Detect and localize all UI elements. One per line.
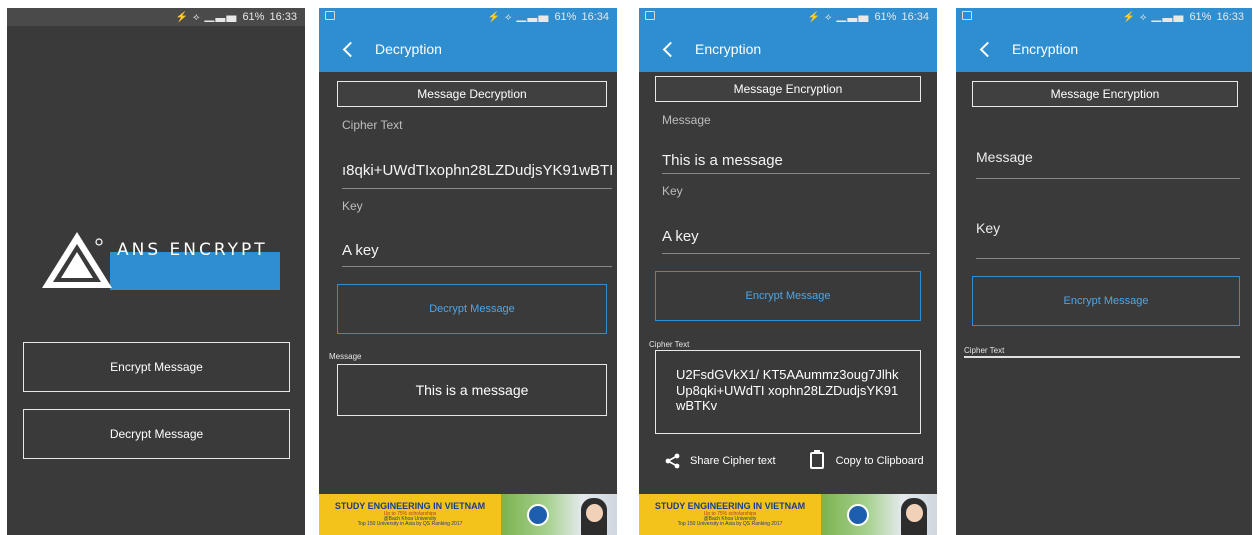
encrypt-message-button[interactable]: Encrypt Message <box>972 276 1240 326</box>
status-icons: ⚡ ⟡ ▁▃▅ <box>807 11 870 23</box>
cipher-text-label: Cipher Text <box>964 346 1005 355</box>
decrypt-message-button[interactable]: Decrypt Message <box>23 409 290 459</box>
encryption-empty-screen: ⚡ ⟡ ▁▃▅ 61% 16:33 Encryption Message Enc… <box>956 8 1252 535</box>
battery-level: 61% <box>874 11 897 23</box>
key-underline <box>976 258 1240 259</box>
status-icons: ⚡ ⟡ ▁▃▅ <box>175 11 238 23</box>
encrypt-message-button[interactable]: Encrypt Message <box>655 271 921 321</box>
key-input[interactable]: Key <box>976 220 1000 236</box>
battery-level: 61% <box>554 11 577 23</box>
ad-banner[interactable]: STUDY ENGINEERING IN VIETNAM Up to 75% s… <box>319 494 617 535</box>
ad-text: STUDY ENGINEERING IN VIETNAM Up to 75% s… <box>639 494 821 535</box>
section-header: Message Encryption <box>655 76 921 102</box>
share-cipher-text-button[interactable]: Share Cipher text <box>690 455 776 467</box>
image-notification-icon <box>645 11 655 20</box>
status-bar: ⚡ ⟡ ▁▃▅ 61% 16:34 <box>319 8 617 26</box>
message-input[interactable]: Message <box>976 149 1033 165</box>
cipher-text-underline <box>964 356 1240 358</box>
back-arrow-icon[interactable] <box>341 41 357 57</box>
key-input[interactable]: A key <box>342 242 612 259</box>
app-bar: Encryption <box>639 26 937 72</box>
ad-text: STUDY ENGINEERING IN VIETNAM Up to 75% s… <box>319 494 501 535</box>
logo-text: ANS ENCRYPT <box>117 240 268 260</box>
cipher-text-input[interactable]: ı8qki+UWdTIxophn28LZDudjsYK91wBTKv <box>342 162 612 179</box>
encryption-result-screen: ⚡ ⟡ ▁▃▅ 61% 16:34 Encryption Message Enc… <box>639 8 937 535</box>
status-bar: ⚡ ⟡ ▁▃▅ 61% 16:34 <box>639 8 937 26</box>
clock: 16:34 <box>901 11 929 23</box>
ad-ranking: Top 150 University in Asia by QS Ranking… <box>677 521 783 528</box>
message-underline <box>976 178 1240 179</box>
battery-level: 61% <box>242 11 265 23</box>
page-title: Decryption <box>375 41 442 57</box>
status-bar: ⚡ ⟡ ▁▃▅ 61% 16:33 <box>7 8 305 26</box>
clock: 16:33 <box>269 11 297 23</box>
ad-ranking: Top 150 University in Asia by QS Ranking… <box>357 521 463 528</box>
cipher-text-output: U2FsdGVkX1/ KT5AAummz3oug7JlhkUp8qki+UWd… <box>676 367 899 414</box>
back-arrow-icon[interactable] <box>661 41 677 57</box>
status-bar: ⚡ ⟡ ▁▃▅ 61% 16:33 <box>956 8 1252 26</box>
app-bar: Encryption <box>956 26 1252 72</box>
key-input[interactable]: A key <box>662 228 932 245</box>
share-actions: Share Cipher text Copy to Clipboard <box>639 450 937 469</box>
person-face <box>906 504 923 522</box>
encrypt-message-button[interactable]: Encrypt Message <box>23 342 290 392</box>
clock: 16:33 <box>1216 11 1244 23</box>
section-header: Message Encryption <box>972 81 1238 107</box>
section-header: Message Decryption <box>337 81 607 107</box>
app-bar: Decryption <box>319 26 617 72</box>
message-underline <box>662 173 930 174</box>
decrypted-message-box: This is a message <box>337 364 607 416</box>
cipher-text-underline <box>342 188 612 189</box>
battery-level: 61% <box>1189 11 1212 23</box>
home-screen: ⚡ ⟡ ▁▃▅ 61% 16:33 ANS ENCRYPT Encrypt Me… <box>7 8 305 535</box>
key-label: Key <box>662 184 683 198</box>
app-logo: ANS ENCRYPT <box>37 228 287 298</box>
ad-image <box>821 494 937 535</box>
message-input[interactable]: This is a message <box>662 152 932 169</box>
image-notification-icon <box>325 11 335 20</box>
message-label: Message <box>662 113 711 127</box>
cipher-text-box: U2FsdGVkX1/ KT5AAummz3oug7JlhkUp8qki+UWd… <box>655 350 921 434</box>
decrypt-message-button[interactable]: Decrypt Message <box>337 284 607 334</box>
clock: 16:34 <box>581 11 609 23</box>
university-logo-icon <box>527 504 549 526</box>
copy-to-clipboard-button[interactable]: Copy to Clipboard <box>836 455 924 467</box>
ad-banner[interactable]: STUDY ENGINEERING IN VIETNAM Up to 75% s… <box>639 494 937 535</box>
university-logo-icon <box>847 504 869 526</box>
message-result-label: Message <box>329 352 362 361</box>
triangle-logo-icon <box>42 232 280 290</box>
decryption-screen: ⚡ ⟡ ▁▃▅ 61% 16:34 Decryption Message Dec… <box>319 8 617 535</box>
share-icon[interactable] <box>665 453 681 469</box>
image-notification-icon <box>962 11 972 20</box>
page-title: Encryption <box>695 41 762 57</box>
key-underline <box>342 266 612 267</box>
clipboard-icon[interactable] <box>809 450 824 469</box>
status-icons: ⚡ ⟡ ▁▃▅ <box>1122 11 1185 23</box>
person-face <box>586 504 603 522</box>
decrypted-message-text: This is a message <box>415 382 529 398</box>
key-underline <box>662 253 930 254</box>
cipher-text-label: Cipher Text <box>649 340 690 349</box>
page-title: Encryption <box>1012 41 1079 57</box>
key-label: Key <box>342 199 363 213</box>
ad-image <box>501 494 617 535</box>
status-icons: ⚡ ⟡ ▁▃▅ <box>487 11 550 23</box>
cipher-text-label: Cipher Text <box>342 118 403 132</box>
back-arrow-icon[interactable] <box>978 41 994 57</box>
